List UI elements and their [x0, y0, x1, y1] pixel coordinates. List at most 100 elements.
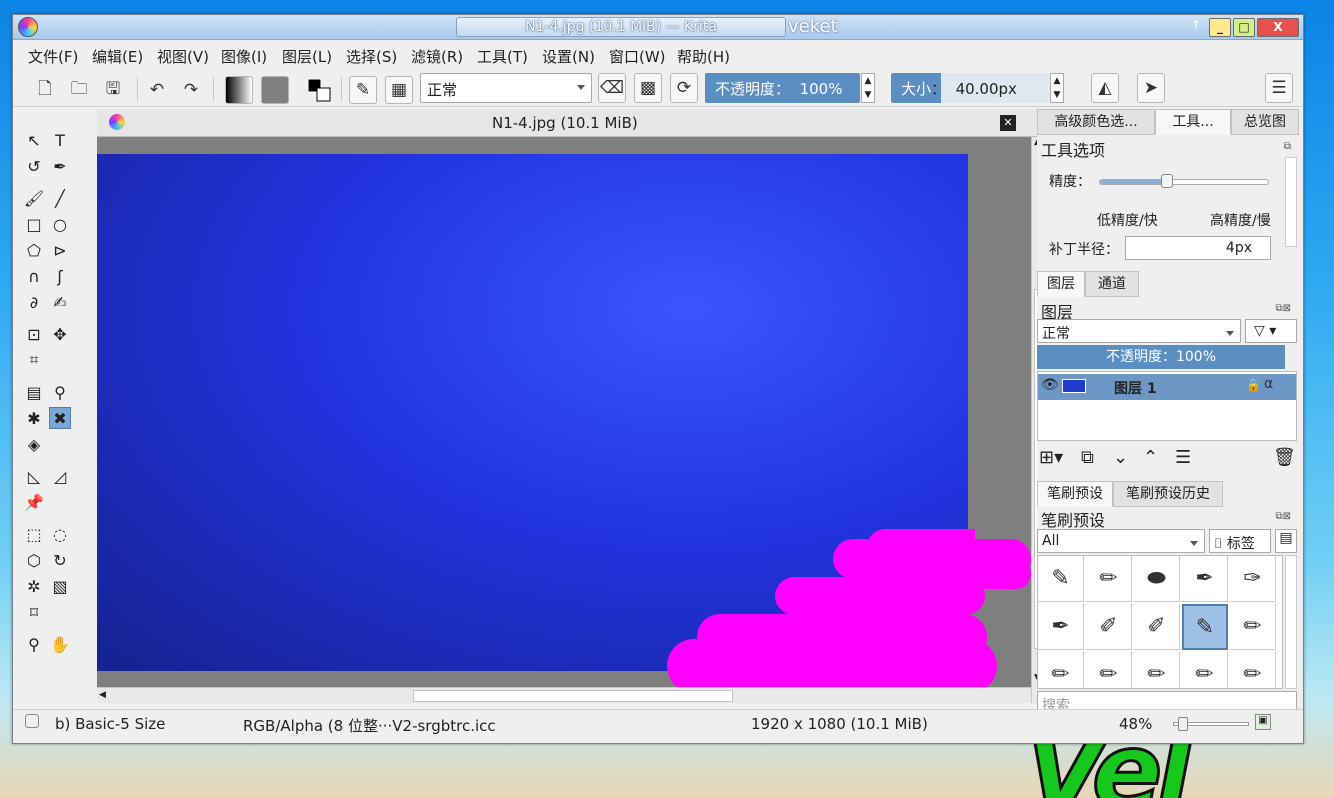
pattern-preset-icon[interactable] [261, 76, 289, 104]
opacity-slider[interactable]: 不透明度： 100% [705, 73, 860, 103]
brush-preset[interactable]: ✏ [1134, 652, 1180, 688]
brush-preset[interactable]: ⬬ [1134, 556, 1180, 602]
color-picker-icon[interactable]: ⚲ [49, 381, 71, 403]
layer-filter-icon[interactable]: ▽ ▾ [1245, 319, 1297, 343]
brush-preset[interactable]: ✏ [1230, 652, 1276, 688]
tab-overview[interactable]: 总览图 [1231, 109, 1299, 135]
brush-tag-button[interactable]: ⌷ 标签 [1209, 529, 1271, 553]
tab-brush-presets[interactable]: 笔刷预设 [1037, 481, 1113, 507]
line-tool-icon[interactable]: ╱ [49, 187, 71, 209]
move-up-icon[interactable]: ⌃ [1143, 447, 1158, 468]
crop-tool-icon[interactable]: ⌗ [23, 349, 45, 371]
fg-bg-color-icon[interactable] [305, 76, 333, 104]
brush-grid-scrollbar[interactable] [1285, 555, 1297, 689]
lock-icon[interactable]: 🔒 [1246, 378, 1261, 392]
colorize-mask-icon[interactable]: ✱ [23, 407, 45, 429]
menu-filter[interactable]: 滤镜(R) [411, 46, 463, 67]
precision-thumb[interactable] [1161, 174, 1174, 188]
menu-window[interactable]: 窗口(W) [609, 46, 666, 67]
menu-layer[interactable]: 图层(L) [282, 46, 332, 67]
zoom-tool-icon[interactable]: ⚲ [23, 633, 45, 655]
size-spin[interactable]: ▲ ▼ [1050, 73, 1064, 103]
dockers-menu-icon[interactable]: ☰ [1265, 73, 1293, 103]
brush-preset[interactable]: ✏ [1086, 556, 1132, 602]
size-slider[interactable]: 大小： 40.00px [891, 73, 1049, 103]
layers-dock-buttons-icon[interactable]: ⧉⊠ [1275, 303, 1291, 314]
zoom-slider[interactable] [1173, 717, 1249, 731]
layer-row-1[interactable]: 👁 图层 1 🔒 α [1038, 374, 1296, 400]
ellipse-tool-icon[interactable]: ○ [49, 213, 71, 235]
menu-settings[interactable]: 设置(N) [542, 46, 595, 67]
freehand-brush-icon[interactable]: 🖌 [23, 187, 45, 209]
redo-icon[interactable]: ↷ [177, 76, 205, 104]
rect-select-icon[interactable]: ⬚ [23, 523, 45, 545]
brush-preset[interactable]: ✎ [1038, 556, 1084, 602]
brush-preset[interactable]: ✏ [1182, 652, 1228, 688]
brush-filter-select[interactable]: All [1037, 529, 1205, 553]
menu-view[interactable]: 视图(V) [157, 46, 209, 67]
dynamic-brush-icon[interactable]: ∂ [23, 291, 45, 313]
freehand-select-icon[interactable]: ↻ [49, 549, 71, 571]
opacity-spin[interactable]: ▲ ▼ [861, 73, 875, 103]
polyline-tool-icon[interactable]: ⊳ [49, 239, 71, 261]
tab-layers[interactable]: 图层 [1037, 271, 1085, 297]
brush-preset[interactable]: ✏ [1086, 652, 1132, 688]
tab-brush-history[interactable]: 笔刷预设历史 [1113, 481, 1223, 507]
save-icon[interactable]: 🖫 [99, 76, 127, 104]
calligraphy-icon[interactable]: ✒ [49, 155, 71, 177]
brush-settings-icon[interactable]: ▦ [385, 76, 413, 104]
gradient-tool-icon[interactable]: ▤ [23, 381, 45, 403]
freehand-path-icon[interactable]: ʃ [49, 265, 71, 287]
eye-visibility-icon[interactable]: 👁 [1041, 377, 1059, 393]
brush-preset[interactable]: ✐ [1086, 604, 1132, 650]
menu-tools[interactable]: 工具(T) [477, 46, 528, 67]
eraser-mode-icon[interactable]: ⌫ [598, 73, 626, 103]
polygon-select-icon[interactable]: ⬡ [23, 549, 45, 571]
float-dock-icon[interactable]: ⧉ [1284, 141, 1291, 152]
alpha-icon[interactable]: α [1264, 376, 1273, 392]
brush-preset[interactable]: ✏ [1230, 604, 1276, 650]
blend-mode-select[interactable]: 正常 [420, 73, 592, 103]
menu-help[interactable]: 帮助(H) [677, 46, 730, 67]
tab-advanced-color[interactable]: 高级颜色选... [1037, 109, 1155, 135]
status-color-profile[interactable]: RGB/Alpha (8 位整···V2-srgbtrc.icc [243, 715, 496, 736]
undo-icon[interactable]: ↶ [143, 76, 171, 104]
delete-layer-icon[interactable]: 🗑 [1273, 447, 1296, 468]
brush-view-icon[interactable]: ▤ [1275, 529, 1297, 553]
measure-tool-icon[interactable]: ◿ [49, 465, 71, 487]
rectangle-tool-icon[interactable]: □ [23, 213, 45, 235]
smart-patch-icon[interactable]: ✖ [49, 407, 71, 429]
move-down-icon[interactable]: ⌄ [1113, 447, 1128, 468]
new-document-icon[interactable]: 🗋 [31, 76, 59, 104]
reference-pin-icon[interactable]: 📌 [23, 491, 45, 513]
maximize-button[interactable]: □ [1233, 18, 1255, 37]
help-arrow-icon[interactable]: ↑ [1191, 18, 1201, 32]
multibrush-icon[interactable]: ✍ [49, 291, 71, 313]
layer-blend-select[interactable]: 正常 [1037, 319, 1241, 343]
brush-preset[interactable]: ✏ [1038, 652, 1084, 688]
menu-select[interactable]: 选择(S) [346, 46, 397, 67]
layer-opacity-slider[interactable]: 不透明度：100% [1037, 345, 1285, 369]
minimize-button[interactable]: _ [1209, 18, 1231, 37]
tab-channels[interactable]: 通道 [1085, 271, 1139, 297]
tab-tool-options[interactable]: 工具... [1155, 109, 1231, 135]
gradient-preset-icon[interactable] [225, 76, 253, 104]
pan-tool-icon[interactable]: ✋ [49, 633, 71, 655]
polygon-tool-icon[interactable]: ⬠ [23, 239, 45, 261]
bezier-select-icon[interactable]: ⌑ [23, 601, 45, 623]
move-tool-icon[interactable]: ✥ [49, 323, 71, 345]
zoom-slider-thumb[interactable] [1178, 717, 1188, 731]
menu-file[interactable]: 文件(F) [28, 46, 78, 67]
fill-tool-icon[interactable]: ◈ [23, 433, 45, 455]
document-close-icon[interactable]: ✕ [1000, 115, 1016, 131]
duplicate-layer-icon[interactable]: ⧉ [1081, 447, 1094, 468]
bezier-tool-icon[interactable]: ∩ [23, 265, 45, 287]
select-shapes-icon[interactable]: ↖ [23, 129, 45, 151]
layer-name[interactable]: 图层 1 [1114, 378, 1157, 398]
layer-properties-icon[interactable]: ☰ [1175, 447, 1191, 468]
brush-preset[interactable]: ✒ [1182, 556, 1228, 602]
patch-radius-input[interactable]: 4px [1125, 236, 1271, 260]
horizontal-scrollbar[interactable]: ◀ [97, 687, 1031, 703]
open-folder-icon[interactable]: 🗀 [65, 76, 93, 104]
edit-shapes-icon[interactable]: ↺ [23, 155, 45, 177]
